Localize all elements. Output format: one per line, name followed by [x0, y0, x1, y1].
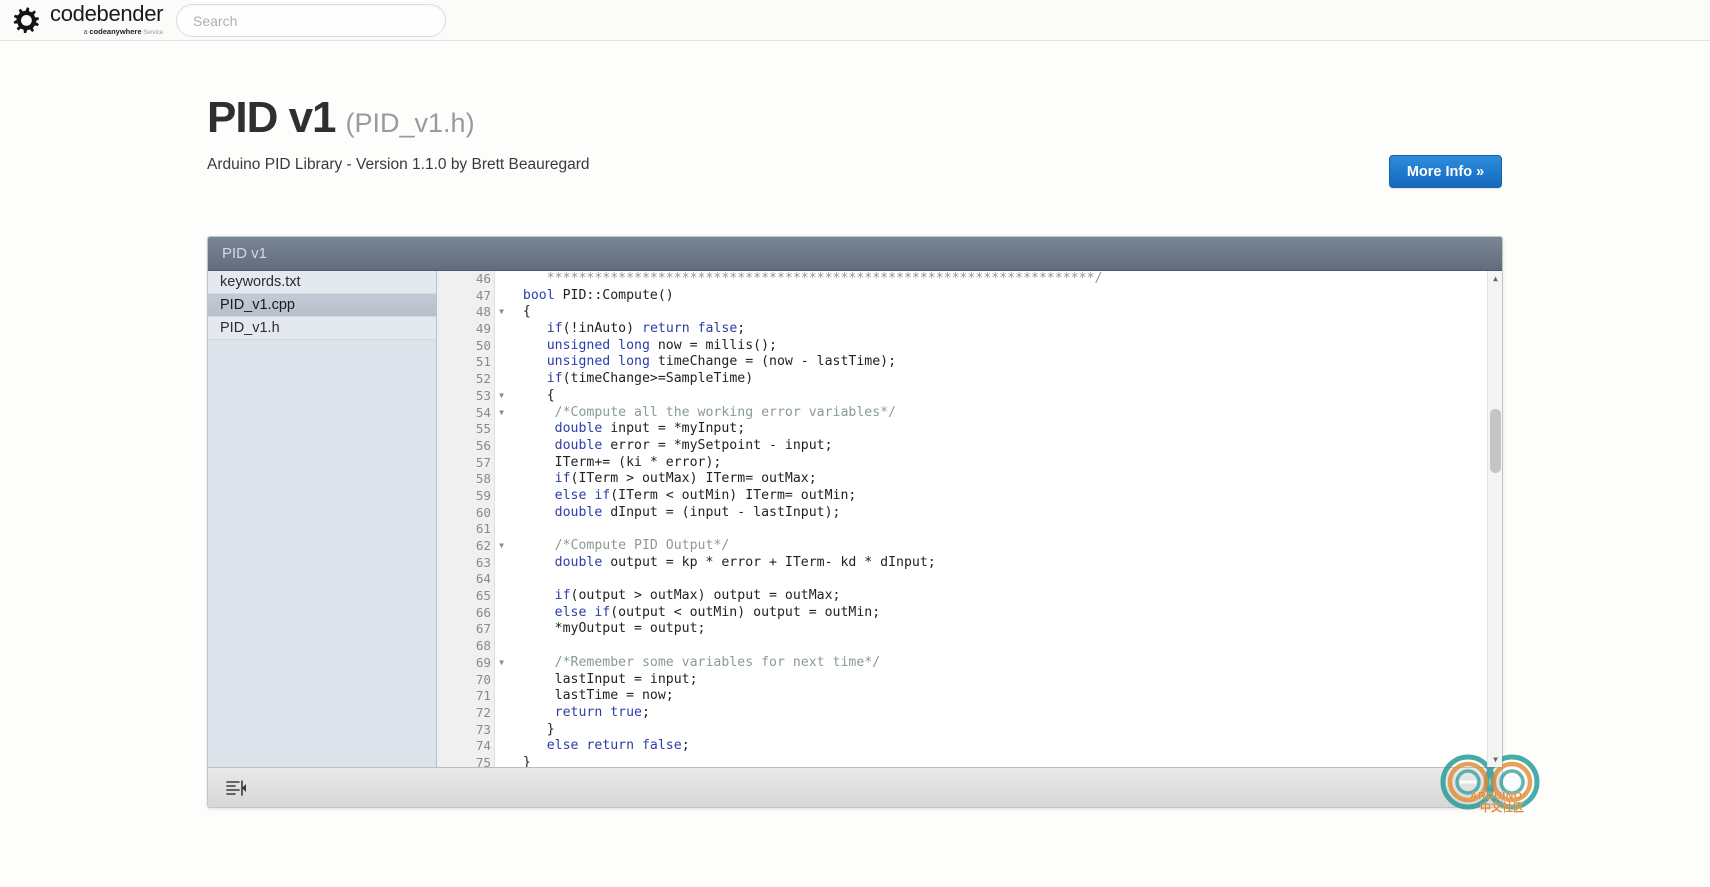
caret-down-icon[interactable]: ▼: [1488, 752, 1502, 767]
line-number: 52: [475, 371, 491, 387]
brand-text-group: codebender a codeanywhere Service: [50, 0, 164, 38]
panel-body: keywords.txt PID_v1.cpp PID_v1.h 46 47 48 ▼ 49…: [208, 271, 1502, 767]
line-number: 66: [475, 604, 491, 620]
code-line[interactable]: *myOutput = output;: [507, 621, 1502, 638]
page-description: Arduino PID Library - Version 1.1.0 by B…: [207, 156, 590, 173]
code-editor[interactable]: 46 47 48 ▼ 49 50 51 52 53 ▼ 54 ▼ 55 56 57 58 59 60 61 62 ▼ 63…: [437, 271, 1502, 767]
line-number: 53 ▼: [475, 387, 504, 403]
editor-vertical-scrollbar[interactable]: ▲ ▼: [1487, 271, 1502, 767]
brand-name: codebender: [50, 0, 164, 26]
code-line[interactable]: if(timeChange>=SampleTime): [507, 371, 1502, 388]
line-number: 60: [475, 504, 491, 520]
code-line[interactable]: if(!inAuto) return false;: [507, 321, 1502, 338]
code-line[interactable]: lastInput = input;: [507, 672, 1502, 689]
panel-header: PID v1: [208, 237, 1502, 271]
line-number: 75: [475, 754, 491, 767]
code-line[interactable]: [507, 521, 1502, 538]
line-number-gutter: 46 47 48 ▼ 49 50 51 52 53 ▼ 54 ▼ 55 56 57 58 59 60 61 62 ▼ 63…: [437, 271, 504, 767]
panel-footer-toolbar: [208, 767, 1502, 807]
code-line[interactable]: /*Remember some variables for next time*…: [507, 655, 1502, 672]
line-number: 73: [475, 721, 491, 737]
line-number: 72: [475, 704, 491, 720]
file-list-item[interactable]: PID_v1.h: [208, 317, 436, 340]
line-number: 61: [475, 521, 491, 537]
code-line[interactable]: if(ITerm > outMax) ITerm= outMax;: [507, 471, 1502, 488]
code-line[interactable]: [507, 638, 1502, 655]
line-number: 71: [475, 688, 491, 704]
line-number: 46: [475, 271, 491, 286]
code-line[interactable]: double output = kp * error + ITerm- kd *…: [507, 555, 1502, 572]
codebender-logo[interactable]: codebender a codeanywhere Service: [12, 0, 164, 41]
top-navigation-bar: codebender a codeanywhere Service: [0, 0, 1710, 41]
fold-toggle-icon[interactable]: ▼: [499, 655, 504, 672]
scrollbar-thumb[interactable]: [1490, 409, 1501, 473]
code-viewer-panel: PID v1 keywords.txt PID_v1.cpp PID_v1.h 46…: [207, 236, 1503, 808]
fold-toggle-icon[interactable]: ▼: [499, 388, 504, 405]
code-line[interactable]: bool PID::Compute(): [507, 288, 1502, 305]
code-content-area[interactable]: ****************************************…: [495, 271, 1502, 767]
line-number: 58: [475, 471, 491, 487]
caret-up-icon[interactable]: ▲: [1488, 271, 1502, 286]
tagline-service: Service: [141, 29, 164, 36]
fold-toggle-icon[interactable]: ▼: [499, 405, 504, 422]
code-line[interactable]: }: [507, 722, 1502, 739]
code-line[interactable]: unsigned long timeChange = (now - lastTi…: [507, 354, 1502, 371]
code-line[interactable]: double error = *mySetpoint - input;: [507, 438, 1502, 455]
code-line[interactable]: double dInput = (input - lastInput);: [507, 505, 1502, 522]
tagline-codeanywhere: codeanywhere: [89, 26, 142, 36]
line-number: 56: [475, 437, 491, 453]
brand-tagline: a codeanywhere Service: [50, 26, 164, 38]
code-line[interactable]: unsigned long now = millis();: [507, 338, 1502, 355]
code-line[interactable]: lastTime = now;: [507, 688, 1502, 705]
line-number: 69 ▼: [475, 654, 504, 670]
line-number: 67: [475, 621, 491, 637]
panel-title: PID v1: [222, 245, 268, 262]
code-line[interactable]: /*Compute PID Output*/: [507, 538, 1502, 555]
line-number: 48 ▼: [475, 304, 504, 320]
page-title-group: PID v1 (PID_v1.h): [207, 92, 475, 149]
code-line[interactable]: if(output > outMax) output = outMax;: [507, 588, 1502, 605]
line-number: 59: [475, 487, 491, 503]
code-line[interactable]: return true;: [507, 705, 1502, 722]
more-info-button[interactable]: More Info »: [1389, 155, 1502, 188]
line-number: 74: [475, 738, 491, 754]
line-number: 62 ▼: [475, 538, 504, 553]
line-number: 54 ▼: [475, 404, 504, 420]
line-number: 68: [475, 638, 491, 654]
file-list-item[interactable]: keywords.txt: [208, 271, 436, 294]
code-line[interactable]: else if(output < outMin) output = outMin…: [507, 605, 1502, 622]
line-number: 55: [475, 421, 491, 437]
code-line[interactable]: ITerm+= (ki * error);: [507, 455, 1502, 472]
line-number: 51: [475, 354, 491, 370]
line-number: 64: [475, 571, 491, 587]
code-line[interactable]: {: [507, 304, 1502, 321]
line-number: 50: [475, 337, 491, 353]
line-number: 70: [475, 671, 491, 687]
indent-lines-icon[interactable]: [226, 779, 248, 797]
line-number: 65: [475, 588, 491, 604]
search-input[interactable]: [176, 4, 446, 37]
code-line[interactable]: else if(ITerm < outMin) ITerm= outMin;: [507, 488, 1502, 505]
code-line[interactable]: ****************************************…: [507, 271, 1502, 288]
code-line[interactable]: }: [507, 755, 1502, 767]
gear-icon: [12, 5, 42, 35]
code-line[interactable]: [507, 571, 1502, 588]
fold-toggle-icon[interactable]: ▼: [499, 538, 504, 555]
code-line[interactable]: /*Compute all the working error variable…: [507, 405, 1502, 422]
line-number: 47: [475, 287, 491, 303]
line-number: 49: [475, 321, 491, 337]
file-list-sidebar: keywords.txt PID_v1.cpp PID_v1.h: [208, 271, 437, 767]
code-line[interactable]: double input = *myInput;: [507, 421, 1502, 438]
line-number: 57: [475, 454, 491, 470]
page-filename: (PID_v1.h): [345, 108, 475, 138]
code-line[interactable]: else return false;: [507, 738, 1502, 755]
line-number: 63: [475, 554, 491, 570]
code-line[interactable]: {: [507, 388, 1502, 405]
page-title: PID v1: [207, 93, 337, 142]
fold-toggle-icon[interactable]: ▼: [499, 304, 504, 321]
file-list-item[interactable]: PID_v1.cpp: [208, 294, 436, 317]
